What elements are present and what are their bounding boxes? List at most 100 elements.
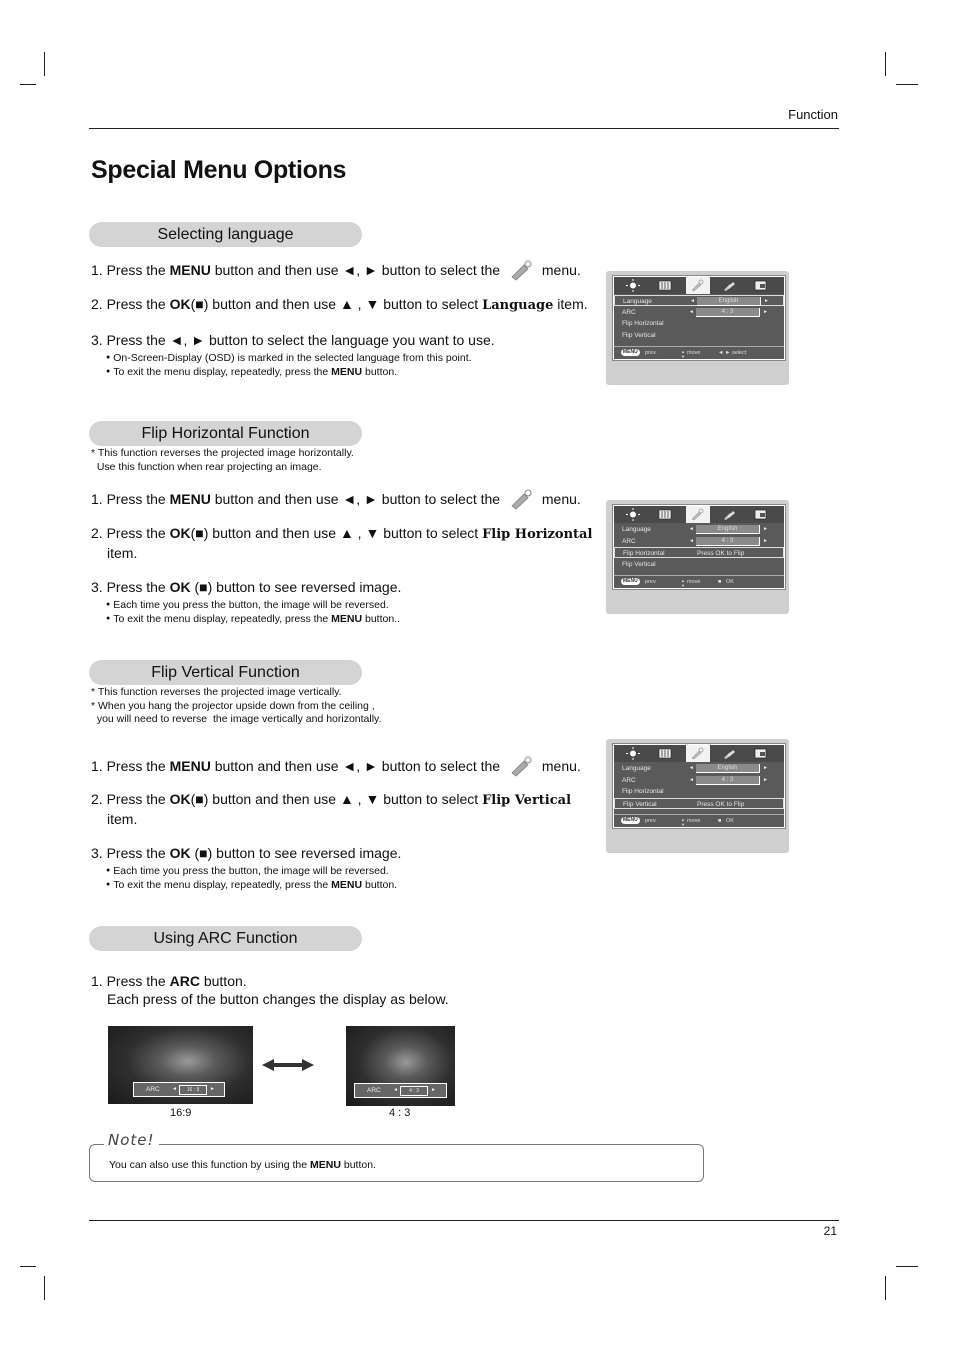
osd-row[interactable]: ARC ◄ 4 : 3 ►: [614, 536, 784, 547]
crop-mark: [20, 1266, 36, 1267]
osd-footer: MENU prev. ▲ ▼ move ■ OK: [614, 575, 784, 589]
osd-row-value: English: [697, 297, 761, 306]
picture-icon[interactable]: [622, 745, 646, 762]
language-bullets: On-Screen-Display (OSD) is marked in the…: [106, 351, 471, 379]
screen-icon[interactable]: [654, 277, 678, 294]
footer-prev-label: prev.: [645, 350, 657, 356]
right-arrow-icon: ►: [210, 1086, 215, 1092]
special-icon[interactable]: [686, 506, 710, 523]
step-text: item.: [557, 296, 588, 312]
osd-menu: Language ◄ English ► ARC ◄ 4 : 3 ► Flip Horizont…: [612, 743, 786, 829]
osd-row-value: 4 : 3: [696, 536, 760, 546]
arc-caption-4-3: 4 : 3: [389, 1107, 411, 1119]
osd-row-label: Flip Vertical: [622, 331, 656, 339]
crop-mark: [44, 1276, 45, 1300]
osd-row-value: 4 : 3: [696, 307, 760, 317]
menu-key: MENU: [169, 758, 211, 774]
right-arrow-icon: ►: [763, 776, 768, 783]
special-menu-icon: [508, 488, 534, 510]
right-arrow-icon: ►: [763, 765, 768, 771]
osd-row[interactable]: Flip Horizontal Press OK to Flip: [614, 547, 784, 558]
options-icon[interactable]: [718, 506, 742, 523]
header-divider: [89, 128, 839, 129]
step-text: item.: [107, 811, 138, 827]
section-heading-flip-vertical: Flip Vertical Function: [89, 660, 362, 685]
osd-footer: MENU prev. ▲ ▼ move ◄ ► select: [614, 346, 784, 360]
ok-square-icon: ■: [718, 579, 722, 585]
language-step-2: 2. Press the OK(■) button and then use ▲…: [91, 295, 588, 315]
input-icon[interactable]: [750, 506, 774, 523]
section-heading-flip-horizontal: Flip Horizontal Function: [89, 421, 362, 446]
arc-preview-4-3: ARC ◄ 4 : 3 ►: [346, 1026, 455, 1106]
osd-row-label: Flip Vertical: [623, 800, 657, 808]
bullet-item: On-Screen-Display (OSD) is marked in the…: [106, 351, 471, 365]
arc-value: 4 : 3: [400, 1086, 428, 1096]
osd-row[interactable]: Flip Vertical: [614, 330, 784, 341]
arc-label: ARC: [146, 1086, 160, 1093]
ok-key: OK: [169, 525, 191, 541]
step-text: Press the ◄, ► button to select the lang…: [106, 332, 495, 348]
step-text: menu.: [541, 491, 581, 507]
up-down-arrow-icon: ▲ ▼: [681, 578, 685, 588]
special-icon[interactable]: [686, 745, 710, 762]
special-menu-icon: [508, 259, 534, 281]
double-arrow-icon: [262, 1058, 314, 1077]
osd-row[interactable]: Flip Horizontal: [614, 318, 784, 329]
osd-row[interactable]: Language ◄ English ►: [614, 295, 784, 306]
ok-key: OK: [169, 791, 191, 807]
picture-icon[interactable]: [622, 506, 646, 523]
input-icon[interactable]: [750, 745, 774, 762]
ok-key: OK: [169, 296, 191, 312]
osd-row[interactable]: Flip Vertical: [614, 559, 784, 570]
crop-mark: [885, 52, 886, 76]
step-text: button and then use ◄, ► button to selec…: [214, 262, 501, 278]
osd-row-label: Flip Horizontal: [622, 320, 664, 327]
footer-move-label: move: [687, 350, 701, 356]
footer-action-label: OK: [726, 579, 734, 585]
osd-row-message: Press OK to Flip: [697, 550, 745, 557]
osd-row[interactable]: Flip Vertical Press OK to Flip: [614, 797, 784, 809]
step-number: 3.: [91, 332, 103, 348]
right-arrow-icon: ►: [431, 1087, 436, 1093]
osd-row[interactable]: ARC ◄ 4 : 3 ►: [614, 307, 784, 318]
crop-mark: [885, 1276, 886, 1300]
bullet-item: Each time you press the button, the imag…: [106, 864, 397, 878]
options-icon[interactable]: [718, 745, 742, 762]
step-text: Each press of the button changes the dis…: [107, 991, 449, 1007]
footer-move-label: move: [687, 818, 701, 824]
flip-h-step-3: 3. Press the OK (■) button to see revers…: [91, 578, 401, 596]
page-number: 21: [823, 1224, 837, 1238]
page-title: Special Menu Options: [91, 156, 347, 184]
picture-icon[interactable]: [622, 277, 646, 294]
up-down-arrow-icon: ▲ ▼: [681, 817, 685, 827]
osd-row[interactable]: ARC ◄ 4 : 3 ►: [614, 775, 784, 786]
screen-icon[interactable]: [654, 745, 678, 762]
arc-key: ARC: [169, 973, 200, 989]
step-text: menu.: [541, 758, 581, 774]
step-text: button.: [203, 973, 247, 989]
input-icon[interactable]: [750, 277, 774, 294]
osd-row-label: ARC: [622, 537, 636, 545]
flip-h-bullets: Each time you press the button, the imag…: [106, 598, 400, 626]
flip-v-step-1: 1. Press the MENU button and then use ◄,…: [91, 755, 581, 777]
osd-row[interactable]: Language ◄ English ►: [614, 524, 784, 535]
osd-tab-bar: [614, 506, 784, 523]
arc-caption-16-9: 16:9: [170, 1107, 192, 1119]
flip-h-step-1: 1. Press the MENU button and then use ◄,…: [91, 488, 581, 510]
step-text: Press the: [106, 296, 166, 312]
osd-row[interactable]: Language ◄ English ►: [614, 763, 784, 774]
menu-button-chip: MENU: [621, 817, 640, 824]
step-text: Press the: [106, 973, 166, 989]
footer-prev-label: prev.: [645, 818, 657, 824]
left-arrow-icon: ◄: [689, 526, 694, 532]
options-icon[interactable]: [718, 277, 742, 294]
osd-panel: Language ◄ English ► ARC ◄ 4 : 3 ► Flip Horizont…: [606, 500, 789, 614]
menu-item-name: Flip Vertical: [482, 793, 572, 808]
step-text: button and then use ◄, ► button to selec…: [214, 758, 501, 774]
osd-row[interactable]: Flip Horizontal: [614, 786, 784, 797]
arc-osd-bar: ARC ◄ 4 : 3 ►: [354, 1083, 447, 1098]
osd-tab-bar: [614, 745, 784, 762]
right-arrow-icon: ►: [763, 308, 768, 315]
special-icon[interactable]: [686, 277, 710, 294]
screen-icon[interactable]: [654, 506, 678, 523]
